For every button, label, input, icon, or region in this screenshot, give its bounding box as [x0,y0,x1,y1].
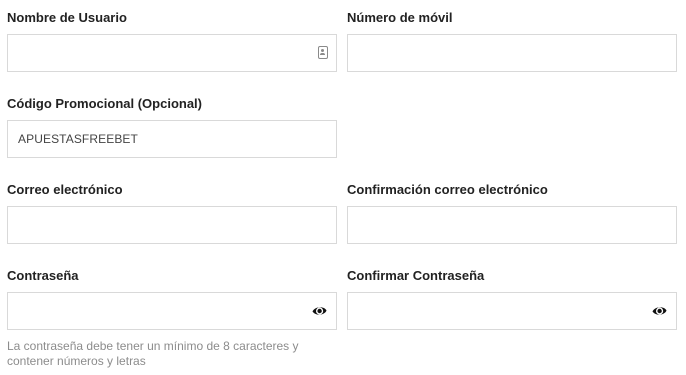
password-input-wrapper[interactable] [7,292,337,330]
mobile-input[interactable] [348,35,648,71]
email-confirm-field-group: Confirmación correo electrónico [347,181,677,244]
eye-icon[interactable] [311,303,328,319]
email-field-group: Correo electrónico [7,181,337,244]
promo-code-input[interactable] [8,121,308,157]
mobile-field-group: Número de móvil [347,9,677,72]
promo-label: Código Promocional (Opcional) [7,96,202,111]
password-label: Contraseña [7,268,79,283]
username-field-group: Nombre de Usuario [7,9,337,72]
password-confirm-input[interactable] [348,293,648,329]
password-input[interactable] [8,293,308,329]
mobile-input-wrapper[interactable] [347,34,677,72]
mobile-label: Número de móvil [347,10,453,25]
email-input-wrapper[interactable] [7,206,337,244]
email-input[interactable] [8,207,308,243]
username-input-wrapper[interactable] [7,34,337,72]
contact-card-icon[interactable] [318,46,328,59]
email-confirm-input-wrapper[interactable] [347,206,677,244]
password-confirm-input-wrapper[interactable] [347,292,677,330]
email-confirm-label: Confirmación correo electrónico [347,182,548,197]
eye-icon[interactable] [651,303,668,319]
email-confirm-input[interactable] [348,207,648,243]
promo-field-group: Código Promocional (Opcional) [7,95,337,158]
username-input[interactable] [8,35,308,71]
password-hint: La contraseña debe tener un mínimo de 8 … [7,339,299,368]
password-confirm-field-group: Confirmar Contraseña [347,267,677,330]
username-label: Nombre de Usuario [7,10,127,25]
password-field-group: Contraseña [7,267,337,330]
promo-input-wrapper[interactable] [7,120,337,158]
email-label: Correo electrónico [7,182,123,197]
password-confirm-label: Confirmar Contraseña [347,268,485,283]
